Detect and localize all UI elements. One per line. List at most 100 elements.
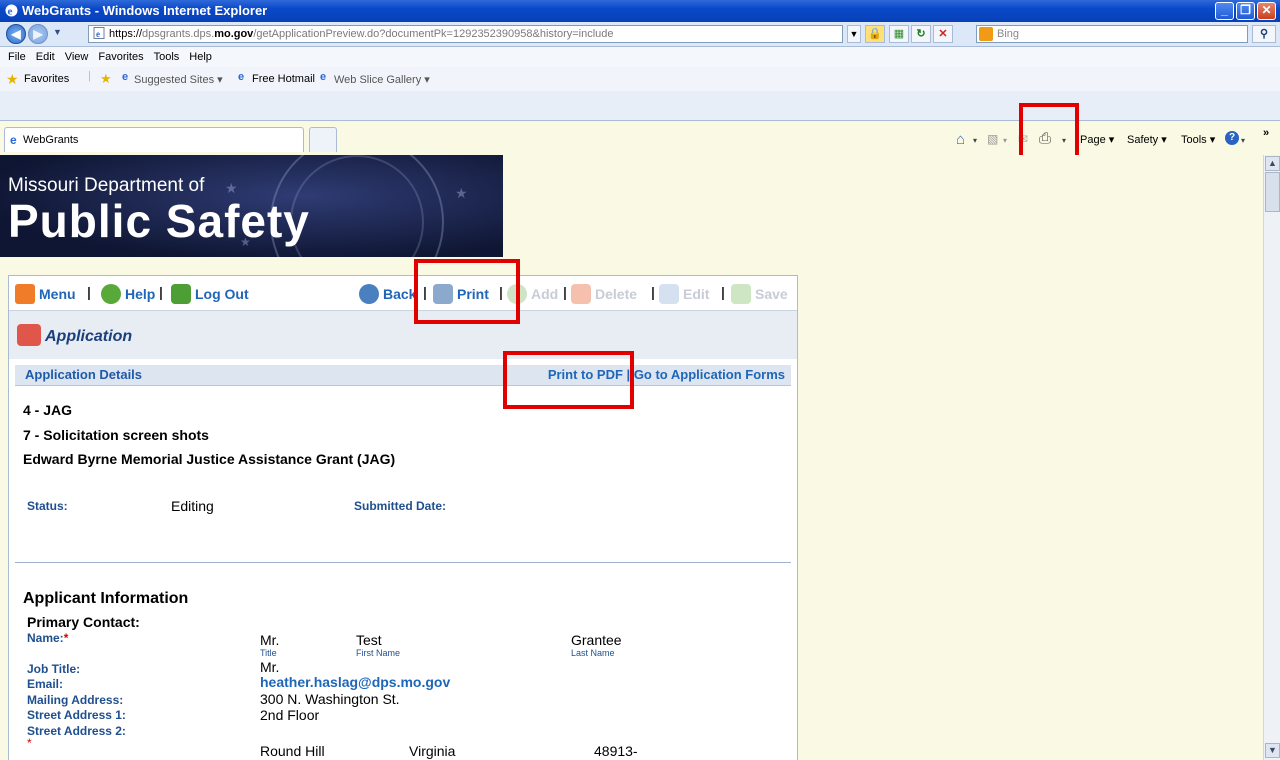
edit-pencil-icon [659,284,679,304]
suggested-sites-link[interactable]: Suggested Sites ▾ [134,73,223,86]
highlight-print-button [414,259,520,324]
separator: | [721,284,725,300]
address-row: ◀ ▶ ▼ e https://dpsgrants.dps.mo.gov/get… [0,22,1280,47]
menu-item-tools[interactable]: Tools [154,51,180,63]
logout-label: Log Out [195,286,249,302]
menu-item-favorites[interactable]: Favorites [98,51,143,63]
application-details-bar: Application Details Print to PDF | Go to… [15,365,791,386]
email-label: Email: [27,677,64,691]
page-icon: e [93,27,105,39]
chevron-down-icon[interactable]: ▾ [973,136,977,145]
menu-item-help[interactable]: Help [189,51,212,63]
ie-page-icon: e [238,71,245,83]
delete-label: Delete [595,286,638,302]
vertical-scrollbar[interactable]: ▲ ▼ [1263,155,1280,760]
application-header: Application [9,310,797,359]
web-slice-gallery-link[interactable]: Web Slice Gallery ▾ [334,73,430,86]
url-domain: mo.gov [214,28,254,40]
home-icon[interactable]: ⌂ [956,131,965,148]
svg-text:e: e [96,29,100,39]
separator: | [651,284,655,300]
scroll-down-arrow-icon[interactable]: ▼ [1265,743,1280,758]
help-button[interactable]: Help [101,284,155,304]
delete-button[interactable]: Delete [571,284,637,304]
favorites-bar: ★ Favorites | ★ e Suggested Sites ▾ e Fr… [0,67,1280,91]
scrollbar-thumb[interactable] [1265,172,1280,212]
star-decoration-icon: ★ [455,185,468,201]
separator: | [159,284,163,300]
first-name-value: Test [356,632,382,648]
address-bar[interactable]: e https://dpsgrants.dps.mo.gov/getApplic… [88,25,843,43]
chevron-down-icon[interactable]: ▾ [1241,136,1245,145]
maximize-button[interactable]: ❐ [1236,2,1255,20]
stop-icon[interactable]: ✕ [933,25,953,43]
menu-item-file[interactable]: File [8,51,26,63]
last-name-caption: Last Name [571,648,615,658]
window-titlebar: e WebGrants - Windows Internet Explorer … [0,0,1280,22]
scroll-up-arrow-icon[interactable]: ▲ [1265,156,1280,171]
page-menu[interactable]: Page ▾ [1080,133,1114,146]
submitted-date-label: Submitted Date: [354,499,447,513]
search-icon[interactable]: ⚲ [1252,25,1276,43]
job-title-value: Mr. [260,659,280,675]
edit-button[interactable]: Edit [659,284,709,304]
menu-item-view[interactable]: View [65,51,89,63]
back-label: Back [383,286,417,302]
compatibility-view-icon[interactable]: ▦ [889,25,909,43]
favorites-button[interactable]: Favorites [24,73,69,85]
menu-item-edit[interactable]: Edit [36,51,55,63]
safety-menu[interactable]: Safety ▾ [1127,133,1167,146]
menu-bar: File Edit View Favorites Tools Help [0,47,1280,68]
logout-button[interactable]: Log Out [171,284,249,304]
tab-webgrants[interactable]: e WebGrants [4,127,304,152]
divider: | [88,70,91,82]
new-tab-button[interactable] [309,127,337,152]
menu-button[interactable]: Menu [15,284,76,304]
save-disk-icon [731,284,751,304]
refresh-icon[interactable]: ↻ [911,25,931,43]
recent-pages-chevron-icon[interactable]: ▼ [53,27,62,37]
logout-door-icon [171,284,191,304]
svg-text:e: e [8,6,13,18]
title-caption: Title [260,648,277,658]
more-commands-button[interactable]: » [1263,127,1269,139]
delete-x-icon [571,284,591,304]
minimize-button[interactable]: _ [1215,2,1234,20]
ie-logo-icon: e [4,3,19,18]
zip-value: 48913- [594,743,638,759]
add-to-favorites-icon[interactable]: ★ [100,71,112,87]
free-hotmail-link[interactable]: Free Hotmail [252,73,315,85]
favorites-star-icon: ★ [6,71,19,87]
chevron-down-icon[interactable]: ▾ [1003,136,1007,145]
back-button[interactable]: Back [359,284,416,304]
help-icon[interactable]: ? [1225,131,1239,145]
street-address-2-label: Street Address 2: [27,724,126,738]
tools-menu[interactable]: Tools ▾ [1181,133,1215,146]
highlight-print-to-pdf [503,351,634,409]
person-help-icon [101,284,121,304]
lock-icon[interactable]: 🔒 [865,25,885,43]
tab-row [0,91,1280,121]
back-nav-button[interactable]: ◀ [6,24,26,44]
forward-nav-button[interactable]: ▶ [28,24,48,44]
add-label: Add [531,286,559,302]
url-path: /getApplicationPreview.do?documentPk=129… [253,28,614,40]
feeds-icon[interactable]: ▧ [987,132,998,146]
status-value: Editing [171,498,214,514]
save-button[interactable]: Save [731,284,788,304]
email-link[interactable]: heather.haslag@dps.mo.gov [260,674,450,690]
save-label: Save [755,286,788,302]
ie-page-icon: e [122,71,129,83]
help-label: Help [125,286,156,302]
application-icon [17,324,41,346]
address-dropdown-chevron-icon[interactable]: ▼ [847,25,861,43]
search-input[interactable]: Bing [976,25,1248,43]
page-viewport: ★ ★ ★ Missouri Department of Public Safe… [0,155,1263,760]
application-title: Application [45,328,133,345]
name-label: Name:* [27,631,69,645]
close-button[interactable]: ✕ [1257,2,1276,20]
agency-banner: ★ ★ ★ Missouri Department of Public Safe… [0,155,503,257]
applicant-section-title: Applicant Information [23,590,189,607]
go-to-forms-link[interactable]: Go to Application Forms [634,367,785,382]
job-title-label: Job Title: [27,662,81,676]
